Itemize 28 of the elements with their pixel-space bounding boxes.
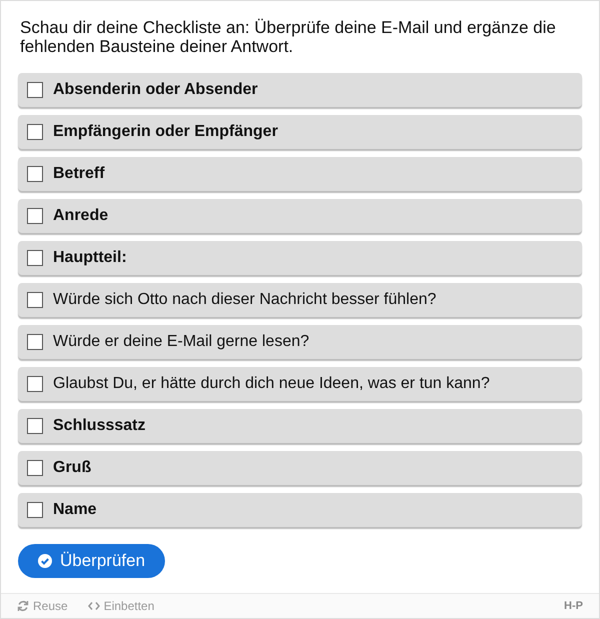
checklist-item[interactable]: Betreff	[18, 157, 582, 191]
code-icon	[88, 601, 100, 611]
checklist-item[interactable]: Name	[18, 493, 582, 527]
checkbox[interactable]	[27, 418, 43, 434]
logo: H-P	[564, 598, 583, 614]
check-circle-icon	[38, 554, 52, 568]
checkbox[interactable]	[27, 250, 43, 266]
checklist-item[interactable]: Gruß	[18, 451, 582, 485]
checkbox[interactable]	[27, 502, 43, 518]
checkbox[interactable]	[27, 82, 43, 98]
check-button[interactable]: Überprüfen	[18, 544, 166, 578]
checkbox[interactable]	[27, 334, 43, 350]
checklist-item[interactable]: Absenderin oder Absender	[18, 73, 582, 107]
checklist-item[interactable]: Anrede	[18, 199, 582, 233]
checkbox[interactable]	[27, 124, 43, 140]
checklist-item[interactable]: Glaubst Du, er hätte durch dich neue Ideen, was er tun kann?	[18, 367, 582, 401]
checkbox[interactable]	[27, 460, 43, 476]
checkbox[interactable]	[27, 166, 43, 182]
checkbox[interactable]	[27, 292, 43, 308]
checkbox[interactable]	[27, 208, 43, 224]
checklist-item[interactable]: Empfängerin oder Empfänger	[18, 115, 582, 149]
checklist-item[interactable]: Hauptteil:	[18, 241, 582, 275]
checklist-item[interactable]: Schlusssatz	[18, 409, 582, 443]
checklist-item[interactable]: Würde er deine E-Mail gerne lesen?	[18, 325, 582, 359]
refresh-icon	[17, 600, 29, 612]
instruction-text: Schau dir deine Checkliste an: Überprüfe deine E-Mail und ergänze die fehlenden Bausteine deiner Antwort.	[20, 18, 557, 56]
checklist-item[interactable]: Würde sich Otto nach dieser Nachricht besser fühlen?	[18, 283, 582, 317]
checkbox[interactable]	[27, 376, 43, 392]
